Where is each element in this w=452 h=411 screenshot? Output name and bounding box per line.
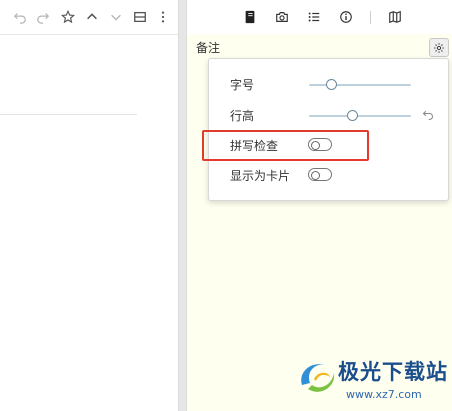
notes-toolbar [187, 0, 452, 35]
info-icon[interactable] [339, 10, 353, 24]
pane-splitter[interactable] [178, 0, 187, 411]
reset-icon[interactable] [422, 109, 434, 121]
notebook-icon[interactable] [243, 10, 257, 24]
font-size-label: 字号 [230, 78, 255, 92]
toolbar-separator [370, 11, 371, 24]
layout-icon[interactable] [132, 9, 148, 25]
toggle-knob [311, 171, 320, 180]
list-icon[interactable] [307, 10, 321, 24]
font-size-slider[interactable] [309, 79, 411, 90]
chevron-up-icon[interactable] [84, 9, 100, 25]
undo-icon[interactable] [12, 9, 28, 25]
show-as-card-toggle[interactable] [308, 168, 332, 181]
content-divider [0, 114, 137, 115]
watermark-text: 极光下载站 [338, 360, 448, 384]
line-height-slider-thumb[interactable] [347, 110, 358, 121]
notes-header: 备注 [187, 34, 452, 58]
camera-icon[interactable] [275, 10, 289, 24]
star-icon[interactable] [60, 9, 76, 25]
editor-pane [0, 0, 178, 411]
gear-icon [434, 42, 444, 53]
line-height-slider[interactable] [309, 110, 411, 121]
map-icon[interactable] [388, 10, 402, 24]
notes-title: 备注 [196, 41, 221, 55]
line-height-label: 行高 [230, 109, 255, 123]
redo-icon[interactable] [35, 9, 51, 25]
watermark-swirl-icon [301, 364, 335, 392]
watermark-logo: 极光下载站 www.xz7.com [292, 353, 452, 411]
show-as-card-label: 显示为卡片 [230, 169, 291, 183]
editor-toolbar [0, 0, 178, 35]
font-size-slider-thumb[interactable] [326, 79, 337, 90]
chevron-down-icon[interactable] [108, 9, 124, 25]
watermark-url: www.xz7.com [346, 388, 422, 401]
highlight-annotation [202, 130, 369, 161]
more-icon[interactable] [155, 9, 171, 25]
settings-button[interactable] [429, 38, 449, 57]
